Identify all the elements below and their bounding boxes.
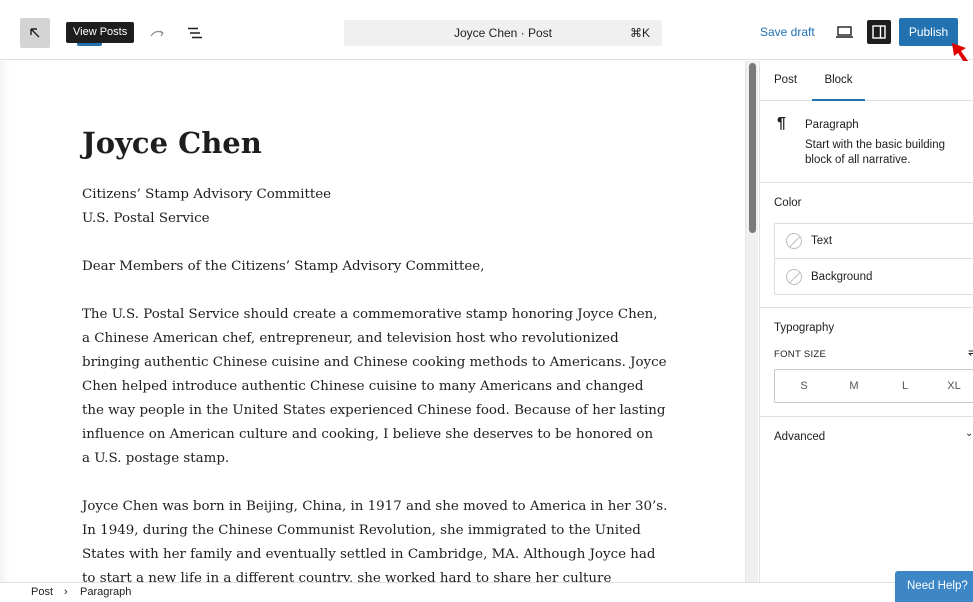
paragraph-line: The U.S. Postal Service should create a … <box>82 307 658 322</box>
paragraph-line: States with her family and eventually se… <box>82 547 656 562</box>
font-size-label: FONT SIZE <box>774 349 827 360</box>
document-title: Joyce Chen · Post <box>453 26 553 40</box>
typography-panel-title: Typography <box>774 322 835 334</box>
address-paragraph[interactable]: Citizens’ Stamp Advisory Committee U.S. … <box>82 183 682 231</box>
font-size-small[interactable]: S <box>789 370 819 402</box>
block-description: Start with the basic building block of a… <box>805 139 945 166</box>
paragraph-line: bringing authentic Chinese cuisine and C… <box>82 355 667 370</box>
font-size-xl[interactable]: XL <box>939 370 969 402</box>
block-breadcrumb: Post › Paragraph <box>0 582 973 602</box>
tab-post[interactable]: Post <box>774 61 797 101</box>
settings-sidebar: Post Block ¶ Paragraph Start with the ba… <box>759 61 973 582</box>
paragraph-line: Joyce Chen was born in Beijing, China, i… <box>82 499 668 514</box>
paragraph-line: a Chinese American chef, entrepreneur, a… <box>82 331 619 346</box>
advanced-panel-toggle[interactable]: Advanced <box>774 430 825 444</box>
text-color-option[interactable]: Text <box>775 224 973 259</box>
font-size-medium[interactable]: M <box>839 370 869 402</box>
body-paragraph-1[interactable]: The U.S. Postal Service should create a … <box>82 303 682 471</box>
command-shortcut: ⌘K <box>629 26 650 40</box>
document-overview-icon[interactable] <box>183 22 207 44</box>
paragraph-line: to start a new life in a different count… <box>82 571 612 582</box>
settings-sidebar-icon[interactable] <box>867 20 891 44</box>
sidebar-tabs: Post Block <box>760 61 973 101</box>
paragraph-line: influence on American culture and cookin… <box>82 427 654 442</box>
post-title[interactable]: Joyce Chen <box>82 123 262 163</box>
paragraph-line: a U.S. postage stamp. <box>82 451 230 466</box>
salutation-line: Dear Members of the Citizens’ Stamp Advi… <box>82 259 485 274</box>
tab-block[interactable]: Block <box>812 61 865 101</box>
view-posts-tooltip: View Posts <box>66 22 135 43</box>
chevron-down-icon[interactable]: ⌄ <box>965 428 973 439</box>
need-help-button[interactable]: Need Help? <box>895 571 973 602</box>
background-color-label: Background <box>811 270 873 283</box>
text-color-label: Text <box>811 235 833 247</box>
command-palette-bar[interactable]: Joyce Chen · Post ⌘K <box>344 20 662 46</box>
salutation-paragraph[interactable]: Dear Members of the Citizens’ Stamp Advi… <box>82 255 682 279</box>
divider <box>760 307 973 308</box>
save-draft-button[interactable]: Save draft <box>760 24 815 40</box>
breadcrumb-paragraph[interactable]: Paragraph <box>80 583 131 602</box>
font-size-picker: S M L XL <box>774 369 973 403</box>
editor-toolbar: View Posts Joyce Chen · Post ⌘K Save dra… <box>0 0 973 60</box>
block-card: ¶ Paragraph Start with the basic buildin… <box>760 102 973 183</box>
text-color-swatch-icon <box>786 233 802 249</box>
address-line: U.S. Postal Service <box>82 211 210 226</box>
paragraph-icon: ¶ <box>777 115 786 132</box>
color-settings: Text Background <box>774 223 973 295</box>
block-name: Paragraph <box>805 119 859 131</box>
post-content[interactable]: Citizens’ Stamp Advisory Committee U.S. … <box>82 183 682 582</box>
divider <box>760 416 973 417</box>
paragraph-line: the way people in the United States expe… <box>82 403 666 418</box>
paragraph-line: Chen helped introduce authentic Chinese … <box>82 379 644 394</box>
background-color-option[interactable]: Background <box>775 259 973 294</box>
back-arrow-icon[interactable] <box>20 18 50 48</box>
canvas-edge-shadow <box>0 61 10 582</box>
font-size-large[interactable]: L <box>890 370 920 402</box>
redo-icon[interactable] <box>146 22 170 44</box>
background-color-swatch-icon <box>786 268 802 285</box>
color-panel-title: Color <box>774 197 802 209</box>
scrollbar-thumb[interactable] <box>749 63 756 233</box>
body-paragraph-2[interactable]: Joyce Chen was born in Beijing, China, i… <box>82 495 682 582</box>
address-line: Citizens’ Stamp Advisory Committee <box>82 187 332 202</box>
editor-scrollbar[interactable] <box>745 61 758 582</box>
paragraph-line: In 1949, during the Chinese Communist Re… <box>82 523 641 538</box>
breadcrumb-separator: › <box>64 586 68 598</box>
preview-desktop-icon[interactable] <box>832 21 856 43</box>
editor-canvas[interactable]: Joyce Chen Citizens’ Stamp Advisory Comm… <box>0 61 745 582</box>
breadcrumb-post[interactable]: Post <box>31 583 53 602</box>
font-size-options-icon[interactable]: ⇌ <box>968 345 973 359</box>
